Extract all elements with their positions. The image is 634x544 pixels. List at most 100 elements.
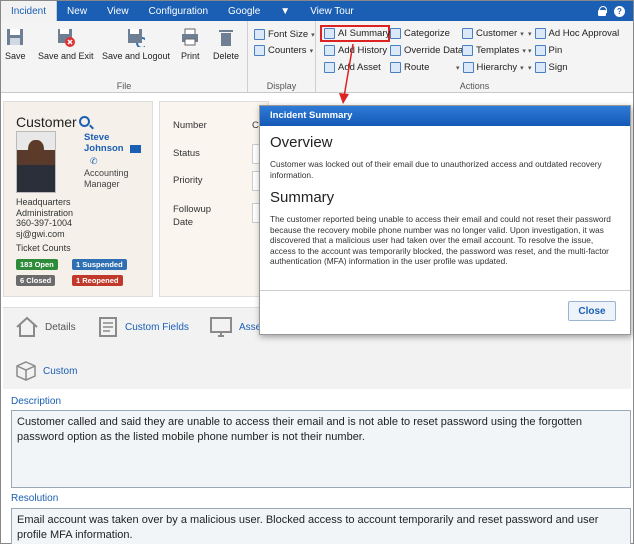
menu-incident[interactable]: Incident — [1, 1, 58, 21]
description-textarea[interactable]: Customer called and said they are unable… — [11, 410, 631, 488]
tab-assets[interactable]: Asse — [209, 316, 261, 338]
scroll-icon — [99, 317, 117, 337]
customer-location: Headquarters — [16, 197, 71, 207]
menu-google[interactable]: Google — [218, 1, 270, 21]
close-button[interactable]: Close — [568, 301, 616, 321]
tab-details[interactable]: Details — [15, 316, 76, 338]
badge-suspended[interactable]: 1 Suspended — [72, 259, 127, 270]
ribbon-toolbar: Save Save and Exit Save and Logout Print… — [1, 21, 633, 93]
categorize-button[interactable]: Categorize — [390, 28, 450, 39]
save-and-exit-button[interactable]: Save and Exit — [38, 27, 94, 61]
summary-text: The customer reported being unable to ac… — [270, 214, 611, 266]
menu-new[interactable]: New — [57, 1, 97, 21]
chevron-down-icon: ▾ — [520, 30, 524, 38]
customer-title: Customer — [16, 114, 77, 130]
menu-configuration-label: Configuration — [148, 5, 209, 17]
save-and-exit-label: Save and Exit — [38, 51, 94, 61]
badge-reopened[interactable]: 1 Reopened — [72, 275, 123, 286]
lock-icon[interactable] — [598, 6, 607, 16]
menu-new-label: New — [67, 5, 88, 17]
overview-text: Customer was locked out of their email d… — [270, 159, 602, 180]
counters-label: Counters — [268, 45, 307, 56]
categorize-label: Categorize — [404, 28, 450, 39]
tab-details-label: Details — [45, 321, 76, 333]
sign-icon — [534, 62, 546, 73]
menu-dropdown[interactable]: ▼ — [270, 1, 300, 21]
ai-summary-button[interactable]: AI Summary — [324, 28, 390, 39]
ticket-counts-label: Ticket Counts — [16, 243, 71, 253]
save-and-logout-label: Save and Logout — [102, 51, 171, 61]
add-history-button[interactable]: Add History — [324, 45, 387, 56]
counters-icon — [254, 45, 265, 56]
resolution-textarea[interactable]: Email account was taken over by a malici… — [11, 508, 631, 544]
monitor-icon — [210, 317, 232, 337]
sign-label: Sign — [548, 62, 568, 73]
customer-phone: 360-397-1004 — [16, 218, 73, 228]
override-data-icon — [390, 45, 401, 56]
customer-department: Administration — [16, 207, 74, 218]
menu-incident-label: Incident — [11, 5, 47, 17]
tab-custom-label: Custom — [43, 365, 78, 377]
badge-closed[interactable]: 6 Closed — [16, 275, 56, 286]
mail-icon[interactable] — [130, 145, 141, 153]
save-and-logout-button[interactable]: Save and Logout — [102, 27, 170, 61]
save-icon — [7, 29, 24, 45]
badge-open[interactable]: 183 Open — [16, 259, 58, 270]
display-group-label: Display — [266, 81, 297, 91]
save-button[interactable]: Save — [5, 27, 26, 61]
ad-hoc-approval-label: Ad Hoc Approval — [548, 28, 620, 39]
font-size-icon — [254, 29, 265, 40]
print-button[interactable]: Print — [181, 27, 200, 61]
overview-heading: Overview — [270, 134, 333, 151]
chevron-down-icon: ▾ — [528, 47, 532, 55]
menu-configuration[interactable]: Configuration — [139, 1, 218, 21]
add-asset-icon — [324, 62, 335, 73]
home-icon — [16, 316, 38, 337]
cube-icon — [16, 361, 36, 381]
modal-title: Incident Summary — [260, 106, 630, 126]
counters-button[interactable]: Counters ▾ — [254, 45, 313, 56]
route-button[interactable]: Route — [390, 62, 429, 73]
chevron-down-icon: ▾ — [528, 30, 532, 38]
menu-view-tour[interactable]: View Tour — [300, 1, 364, 21]
save-exit-icon — [57, 29, 75, 47]
add-asset-button[interactable]: Add Asset — [324, 62, 381, 73]
add-history-icon — [324, 45, 335, 56]
help-icon[interactable]: ? — [614, 5, 625, 17]
tab-custom-fields-label: Custom Fields — [125, 321, 189, 333]
trash-icon — [219, 30, 233, 46]
override-data-label: Override Data — [404, 45, 464, 56]
tab-assets-label: Asse — [239, 321, 262, 333]
phone-icon[interactable]: ✆ — [90, 156, 98, 167]
modal-body: Overview Customer was locked out of thei… — [260, 126, 630, 267]
customer-role: Accounting Manager — [84, 168, 129, 189]
templates-icon — [462, 45, 473, 56]
print-label: Print — [181, 51, 200, 61]
customer-button[interactable]: Customer ▾ — [462, 28, 524, 39]
number-value: C — [252, 120, 259, 131]
hierarchy-icon — [462, 62, 474, 73]
chevron-down-icon: ▾ — [520, 64, 524, 72]
status-label: Status — [173, 148, 200, 159]
font-size-button[interactable]: Font Size ▾ — [254, 29, 315, 40]
number-label: Number — [173, 120, 207, 131]
customer-first-name: Steve — [84, 132, 110, 143]
pin-button[interactable]: ▾ Pin — [528, 45, 562, 56]
chevron-down-icon: ▾ — [522, 47, 526, 55]
search-icon[interactable] — [79, 116, 90, 127]
hierarchy-button[interactable]: ▾ Hierarchy ▾ — [456, 62, 524, 73]
delete-button[interactable]: Delete — [213, 27, 239, 61]
override-data-button[interactable]: Override Data — [390, 45, 463, 56]
tab-custom[interactable]: Custom — [15, 360, 77, 382]
templates-button[interactable]: Templates ▾ — [462, 45, 526, 56]
menu-view[interactable]: View — [97, 1, 139, 21]
ribbon-group-display: Font Size ▾ Counters ▾ Display — [248, 21, 316, 93]
tab-custom-fields[interactable]: Custom Fields — [97, 316, 189, 338]
ad-hoc-approval-button[interactable]: ▾ Ad Hoc Approval — [528, 28, 619, 39]
actions-group-label: Actions — [459, 81, 490, 91]
chevron-down-icon: ▾ — [456, 64, 460, 72]
sign-button[interactable]: ▾ Sign — [528, 62, 568, 73]
chevron-down-icon: ▾ — [311, 31, 315, 39]
incident-form: Number C Status Priority Followup Date — [159, 101, 272, 297]
followup-label: Followup Date — [173, 203, 211, 229]
